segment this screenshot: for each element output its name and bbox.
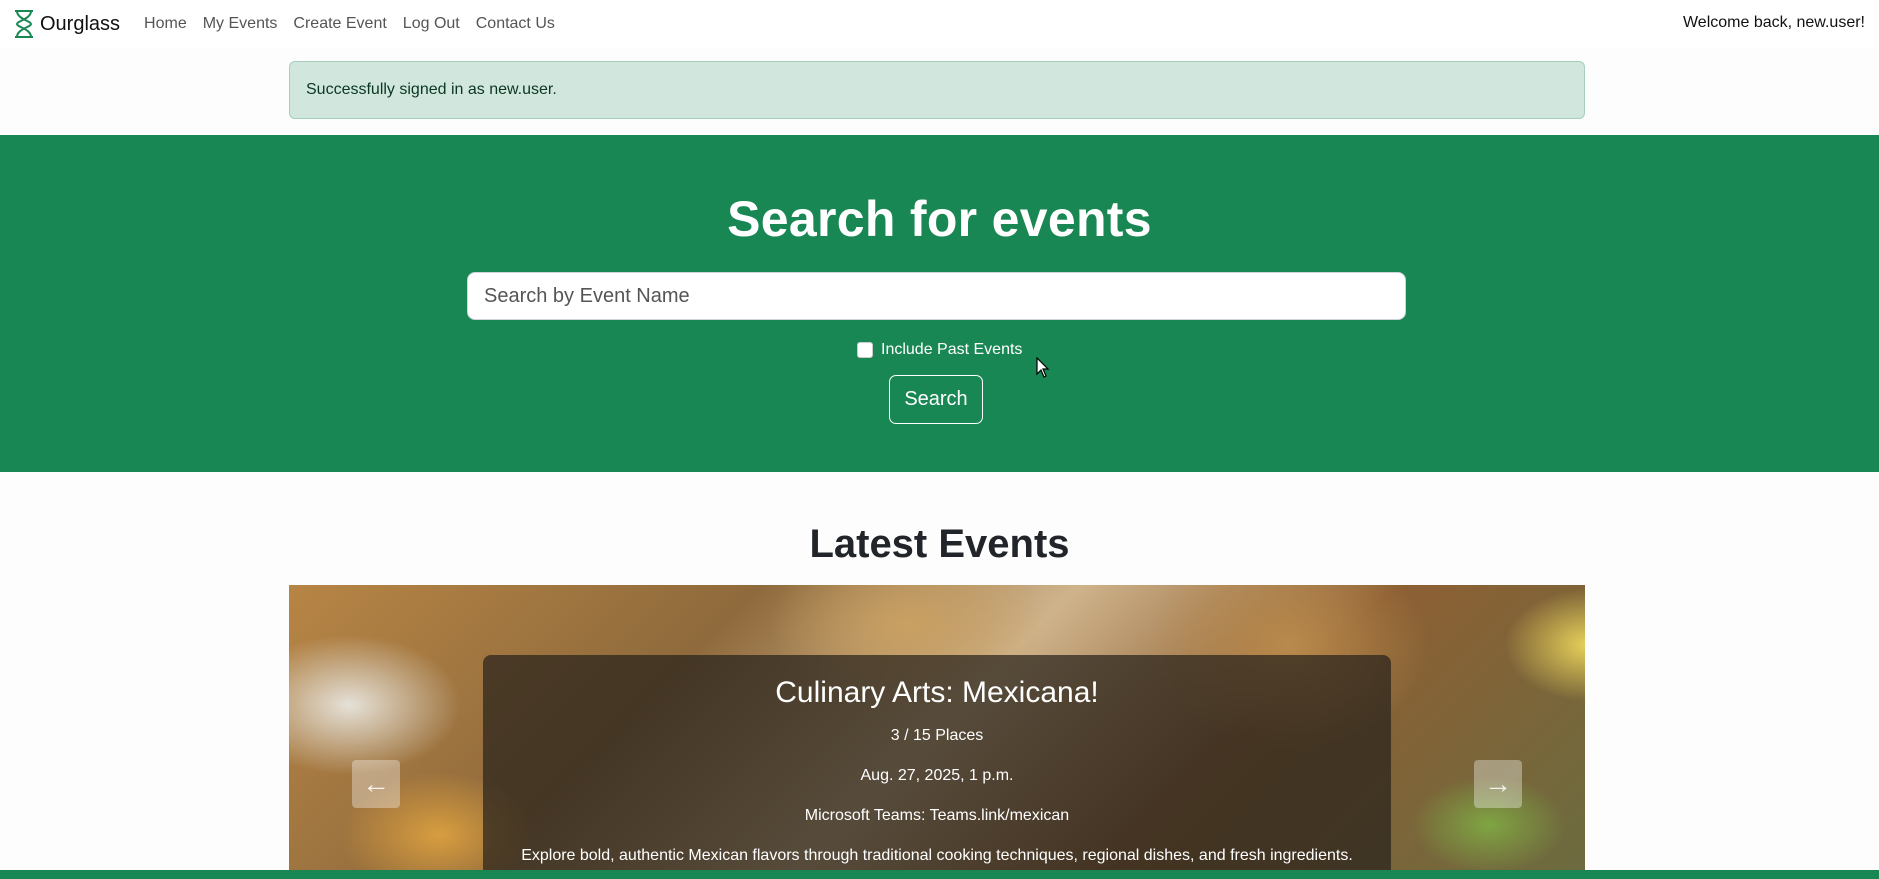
include-past-label: Include Past Events: [881, 341, 1023, 358]
hourglass-icon: [15, 10, 33, 38]
brand-link[interactable]: Ourglass: [12, 9, 120, 39]
carousel-next-button[interactable]: →: [1474, 760, 1522, 808]
event-title: Culinary Arts: Mexicana!: [775, 676, 1099, 709]
arrow-right-icon: →: [1484, 768, 1512, 799]
latest-events-title: Latest Events: [809, 522, 1070, 566]
top-navbar: Ourglass Home My Events Create Event Log…: [0, 0, 1879, 48]
brand-name: Ourglass: [40, 12, 121, 35]
nav-log-out[interactable]: Log Out: [395, 15, 468, 33]
event-description: Explore bold, authentic Mexican flavors …: [521, 847, 1353, 864]
nav-links: Home My Events Create Event Log Out Cont…: [144, 15, 563, 33]
nav-contact-us[interactable]: Contact Us: [468, 15, 563, 33]
search-input[interactable]: [467, 272, 1406, 320]
event-places: 3 / 15 Places: [890, 727, 984, 744]
event-caption[interactable]: Culinary Arts: Mexicana! 3 / 15 Places A…: [483, 655, 1391, 870]
nav-my-events[interactable]: My Events: [195, 15, 286, 33]
events-carousel: Culinary Arts: Mexicana! 3 / 15 Places A…: [289, 585, 1585, 870]
success-alert: Successfully signed in as new.user.: [289, 61, 1585, 119]
footer-bar: [0, 870, 1879, 879]
alert-text: Successfully signed in as new.user.: [306, 81, 557, 98]
include-past-events[interactable]: Include Past Events: [857, 341, 1022, 359]
event-location: Microsoft Teams: Teams.link/mexican: [804, 807, 1070, 824]
mouse-cursor-icon: [1036, 357, 1050, 378]
arrow-left-icon: ←: [362, 768, 390, 799]
nav-create-event[interactable]: Create Event: [285, 15, 394, 33]
carousel-prev-button[interactable]: ←: [352, 760, 400, 808]
welcome-message: Welcome back, new.user!: [1682, 14, 1865, 31]
hero-title: Search for events: [727, 191, 1152, 247]
include-past-checkbox[interactable]: [857, 342, 873, 358]
nav-home[interactable]: Home: [144, 15, 195, 33]
search-hero: Search for events Include Past Events Se…: [0, 135, 1879, 472]
event-date: Aug. 27, 2025, 1 p.m.: [860, 767, 1014, 784]
search-button[interactable]: Search: [889, 375, 983, 424]
